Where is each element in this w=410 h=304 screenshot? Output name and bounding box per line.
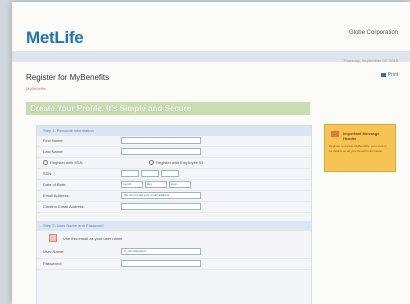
ssn-input-2[interactable] bbox=[141, 170, 159, 177]
last-name-label: Last Name: bbox=[43, 149, 64, 154]
user-name-label: User Name: bbox=[43, 249, 65, 254]
print-label: Print bbox=[387, 72, 398, 78]
radio-ssn[interactable]: Register with SSN bbox=[43, 160, 82, 165]
email-row: Email Address: We do not sell your email… bbox=[37, 191, 311, 202]
message-icon bbox=[331, 131, 339, 137]
radio-employee-id[interactable]: Register with Employee ID bbox=[149, 160, 203, 165]
password-row: Password: bbox=[37, 259, 311, 270]
step1-header: Step 1: Personal Information bbox=[37, 126, 311, 136]
print-link[interactable]: Print bbox=[380, 72, 398, 78]
print-icon bbox=[380, 73, 386, 77]
form-gap bbox=[37, 213, 311, 221]
first-name-row: First Name: bbox=[37, 136, 311, 147]
radio-ssn-label: Register with SSN bbox=[50, 160, 83, 165]
use-email-checkbox[interactable] bbox=[49, 234, 57, 242]
page-subtitle: MyBenefits bbox=[26, 86, 46, 91]
ssn-label: SSN: bbox=[43, 171, 53, 176]
ssn-row: SSN: bbox=[37, 169, 311, 180]
page: MetLife Globe Corporation Thursday, Sept… bbox=[12, 2, 410, 304]
dob-row: Date of Birth: month day year bbox=[37, 180, 311, 191]
first-name-input[interactable] bbox=[121, 137, 201, 144]
ssn-input-3[interactable] bbox=[161, 170, 179, 177]
header: MetLife Globe Corporation bbox=[12, 2, 410, 56]
confirm-email-row: Confirm Email Address: bbox=[37, 202, 311, 213]
last-name-row: Last Name: bbox=[37, 147, 311, 158]
company-name: Globe Corporation bbox=[348, 30, 398, 36]
profile-banner: Create Your Profile. It's Simple and Sec… bbox=[26, 102, 310, 115]
use-email-row: Use this email as your user name bbox=[37, 231, 311, 246]
confirm-email-label: Confirm Email Address: bbox=[43, 204, 85, 209]
email-input[interactable]: We do not sell your email address bbox=[121, 192, 201, 199]
last-name-input[interactable] bbox=[121, 148, 201, 155]
email-label: Email Address: bbox=[43, 193, 70, 198]
dob-day-select[interactable]: day bbox=[145, 181, 167, 188]
radio-employee-label: Register with Employee ID bbox=[156, 160, 204, 165]
current-date: Thursday, September 03, 2015 bbox=[343, 58, 398, 63]
password-label: Password: bbox=[43, 261, 62, 266]
user-name-row: User Name: 6 - 20 characters bbox=[37, 246, 311, 259]
register-method-row: Register with SSN Register with Employee… bbox=[37, 158, 311, 169]
ssn-input-1[interactable] bbox=[121, 170, 139, 177]
message-title: Important Message Header bbox=[343, 131, 380, 141]
metlife-logo[interactable]: MetLife bbox=[26, 28, 84, 48]
page-title: Register for MyBenefits bbox=[26, 73, 110, 82]
confirm-email-input[interactable] bbox=[121, 203, 201, 210]
dob-year-select[interactable]: year bbox=[169, 181, 191, 188]
radio-employee-dot[interactable] bbox=[149, 160, 154, 165]
dob-label: Date of Birth: bbox=[43, 182, 67, 187]
message-text: Register to access MyBenefits, your sour… bbox=[329, 144, 387, 153]
radio-ssn-dot[interactable] bbox=[43, 160, 48, 165]
user-name-input[interactable]: 6 - 20 characters bbox=[121, 248, 201, 255]
dob-month-select[interactable]: month bbox=[121, 181, 143, 188]
first-name-label: First Name: bbox=[43, 138, 64, 143]
password-input[interactable] bbox=[121, 260, 201, 267]
step2-header: Step 2: User Name and Password bbox=[37, 221, 311, 231]
registration-form: Step 1: Personal Information First Name:… bbox=[36, 125, 312, 304]
use-email-label: Use this email as your user name bbox=[63, 236, 123, 241]
important-message-box: Important Message Header Register to acc… bbox=[324, 124, 396, 172]
